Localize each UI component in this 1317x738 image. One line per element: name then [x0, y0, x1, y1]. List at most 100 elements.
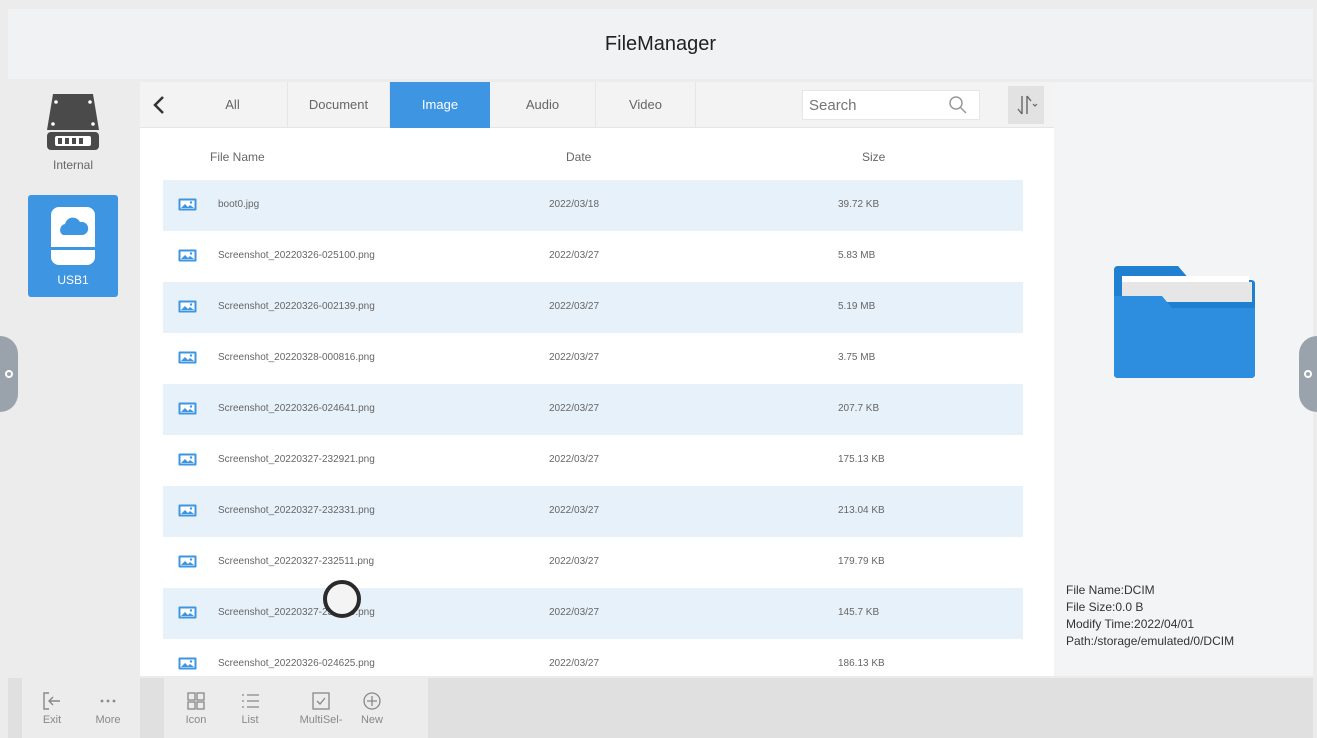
- tab-image-label: Image: [421, 97, 459, 112]
- tab-video-label: Video: [628, 97, 662, 112]
- details-panel: File Name:DCIM File Size:0.0 B Modify Ti…: [1054, 82, 1313, 676]
- file-size: 39.72 KB: [838, 199, 880, 210]
- file-name: Screenshot_20220326-025100.png: [218, 250, 375, 261]
- file-name: Screenshot_20220327-232921.png: [218, 454, 375, 465]
- file-size: 207.7 KB: [838, 403, 880, 414]
- file-row[interactable]: Screenshot_20220327-232510.png 2022/03/27…: [163, 588, 1023, 639]
- handle-dot-icon: [5, 370, 13, 378]
- file-date: 2022/03/27: [549, 403, 600, 414]
- tab-document[interactable]: Document: [288, 81, 390, 128]
- image-file-icon: [178, 657, 197, 670]
- more-button[interactable]: More: [86, 678, 130, 738]
- file-row[interactable]: Screenshot_20220327-232511.png 2022/03/27…: [163, 537, 1023, 588]
- file-name: Screenshot_20220327-232511.png: [218, 556, 375, 567]
- file-date: 2022/03/27: [549, 658, 600, 669]
- file-name: boot0.jpg: [218, 199, 260, 210]
- toolbar-group-nav: Exit More: [22, 678, 140, 738]
- list-icon: [242, 694, 259, 708]
- file-row[interactable]: Screenshot_20220326-002139.png 2022/03/27…: [163, 282, 1023, 333]
- file-size: 145.7 KB: [838, 607, 880, 618]
- image-file-icon: [178, 300, 197, 313]
- image-file-icon: [178, 555, 197, 568]
- list-header: File Name Date Size: [140, 128, 1054, 180]
- file-name: Screenshot_20220327-232331.png: [218, 505, 375, 516]
- title-bar: FileManager: [8, 9, 1313, 79]
- new-label: New: [360, 714, 383, 726]
- bottom-toolbar: Exit More Icon List MultiSel- New: [8, 678, 1313, 738]
- drive-usb1-label: USB1: [57, 273, 89, 287]
- file-list: File Name Date Size boot0.jpg 2022/03/18 3…: [140, 128, 1054, 676]
- tab-image[interactable]: Image: [390, 81, 490, 128]
- exit-button[interactable]: Exit: [30, 678, 74, 738]
- file-size: 175.13 KB: [838, 454, 885, 465]
- multiselect-button[interactable]: MultiSel-: [296, 678, 346, 738]
- file-size: 186.13 KB: [838, 658, 885, 669]
- touch-indicator: [323, 580, 361, 618]
- file-date: 2022/03/27: [549, 301, 600, 312]
- toolbar-group-view: Icon List MultiSel- New: [164, 678, 428, 738]
- icon-view-label: Icon: [185, 714, 207, 726]
- header-size[interactable]: Size: [862, 150, 885, 164]
- detail-file-name: File Name:DCIM: [1066, 583, 1155, 597]
- file-size: 5.83 MB: [838, 250, 876, 261]
- detail-path: Path:/storage/emulated/0/DCIM: [1066, 634, 1235, 648]
- exit-label: Exit: [42, 714, 62, 726]
- folder-icon: [1114, 266, 1255, 378]
- search-input[interactable]: [803, 96, 943, 114]
- file-name: Screenshot_20220326-002139.png: [218, 301, 375, 312]
- file-size: 179.79 KB: [838, 556, 885, 567]
- search-icon[interactable]: [943, 95, 973, 115]
- usb-cloud-icon: [51, 207, 95, 265]
- file-row[interactable]: Screenshot_20220328-000816.png 2022/03/27…: [163, 333, 1023, 384]
- file-date: 2022/03/27: [549, 505, 600, 516]
- multiselect-label: MultiSel-: [299, 714, 343, 726]
- header-file-name[interactable]: File Name: [210, 150, 265, 164]
- tab-video[interactable]: Video: [596, 81, 696, 128]
- image-file-icon: [178, 402, 197, 415]
- file-date: 2022/03/27: [549, 454, 600, 465]
- file-size: 213.04 KB: [838, 505, 885, 516]
- file-date: 2022/03/27: [549, 607, 600, 618]
- file-date: 2022/03/27: [549, 352, 600, 363]
- drive-internal-label: Internal: [52, 158, 94, 172]
- left-side-handle[interactable]: [0, 336, 18, 412]
- file-name: Screenshot_20220326-024641.png: [218, 403, 375, 414]
- back-arrow-icon: [153, 95, 164, 114]
- app-title: FileManager: [604, 32, 717, 55]
- right-side-handle[interactable]: [1299, 336, 1317, 412]
- new-button[interactable]: New: [350, 678, 394, 738]
- image-file-icon: [178, 504, 197, 517]
- category-tab-bar: All Document Image Audio Video: [140, 81, 1054, 128]
- file-size: 5.19 MB: [838, 301, 876, 312]
- image-file-icon: [178, 249, 197, 262]
- icon-view-button[interactable]: Icon: [174, 678, 218, 738]
- more-icon: [100, 699, 116, 703]
- header-date[interactable]: Date: [566, 150, 591, 164]
- detail-modify-time: Modify Time:2022/04/01: [1066, 617, 1195, 631]
- file-row[interactable]: boot0.jpg 2022/03/18 39.72 KB: [163, 180, 1023, 231]
- handle-dot-icon: [1304, 370, 1312, 378]
- tab-all-label: All: [225, 97, 240, 112]
- tab-audio[interactable]: Audio: [490, 81, 596, 128]
- drive-usb1[interactable]: USB1: [28, 195, 118, 297]
- tab-document-label: Document: [308, 97, 369, 112]
- sort-icon: [1017, 95, 1038, 115]
- drive-panel: Internal USB1: [8, 82, 138, 676]
- list-view-button[interactable]: List: [228, 678, 272, 738]
- sort-button[interactable]: [1008, 86, 1044, 124]
- file-row[interactable]: Screenshot_20220326-025100.png 2022/03/27…: [163, 231, 1023, 282]
- file-size: 3.75 MB: [838, 352, 876, 363]
- file-details: File Name:DCIM File Size:0.0 B Modify Ti…: [1066, 582, 1234, 650]
- more-label: More: [95, 714, 121, 726]
- file-row[interactable]: Screenshot_20220326-024625.png 2022/03/27…: [163, 639, 1023, 676]
- file-row[interactable]: Screenshot_20220326-024641.png 2022/03/27…: [163, 384, 1023, 435]
- list-view-label: List: [241, 714, 259, 726]
- tab-all[interactable]: All: [178, 81, 288, 128]
- checkbox-icon: [312, 692, 330, 710]
- file-row[interactable]: Screenshot_20220327-232331.png 2022/03/27…: [163, 486, 1023, 537]
- file-row[interactable]: Screenshot_20220327-232921.png 2022/03/27…: [163, 435, 1023, 486]
- drive-internal[interactable]: Internal: [28, 90, 118, 188]
- plus-circle-icon: [363, 692, 381, 710]
- tab-audio-label: Audio: [525, 97, 560, 112]
- back-button[interactable]: [140, 82, 178, 128]
